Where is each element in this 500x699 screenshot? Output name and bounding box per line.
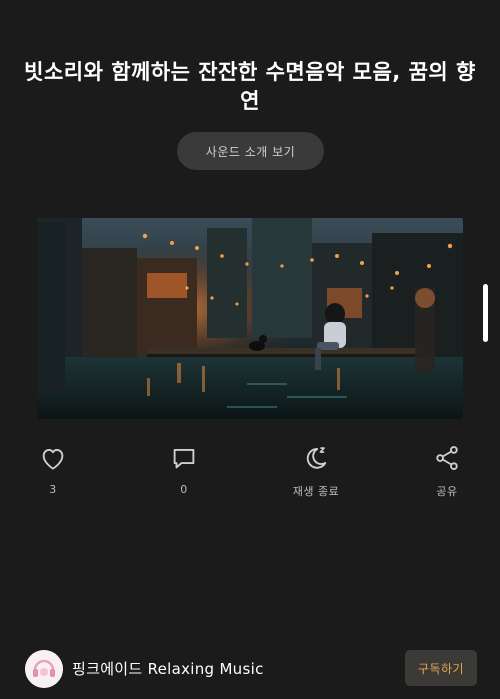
sleep-timer-button[interactable]: 재생 종료 — [276, 442, 356, 499]
comment-count: 0 — [180, 483, 188, 496]
scrollbar[interactable] — [483, 284, 488, 342]
channel-avatar[interactable] — [25, 650, 63, 688]
moon-sleep-icon — [300, 442, 332, 474]
sleep-timer-label: 재생 종료 — [292, 485, 340, 498]
share-button[interactable]: 공유 — [407, 442, 487, 499]
comment-icon — [168, 442, 200, 474]
comment-button[interactable]: 0 — [144, 442, 224, 496]
like-button[interactable]: 3 — [13, 442, 93, 496]
action-bar: 3 0 재생 종료 공유 — [0, 442, 500, 502]
like-count: 3 — [49, 483, 57, 496]
share-icon — [431, 442, 463, 474]
channel-bar: 핑크에이드 Relaxing Music 구독하기 — [0, 642, 500, 699]
sound-intro-button[interactable]: 사운드 소개 보기 — [177, 132, 324, 170]
cover-image — [37, 218, 463, 419]
subscribe-button[interactable]: 구독하기 — [405, 650, 477, 686]
post-screen: 빗소리와 함께하는 잔잔한 수면음악 모음, 꿈의 향연 사운드 소개 보기 3… — [0, 0, 500, 699]
channel-name[interactable]: 핑크에이드 Relaxing Music — [72, 658, 264, 679]
share-label: 공유 — [436, 485, 458, 498]
post-title: 빗소리와 함께하는 잔잔한 수면음악 모음, 꿈의 향연 — [24, 60, 476, 113]
heart-icon — [37, 442, 69, 474]
